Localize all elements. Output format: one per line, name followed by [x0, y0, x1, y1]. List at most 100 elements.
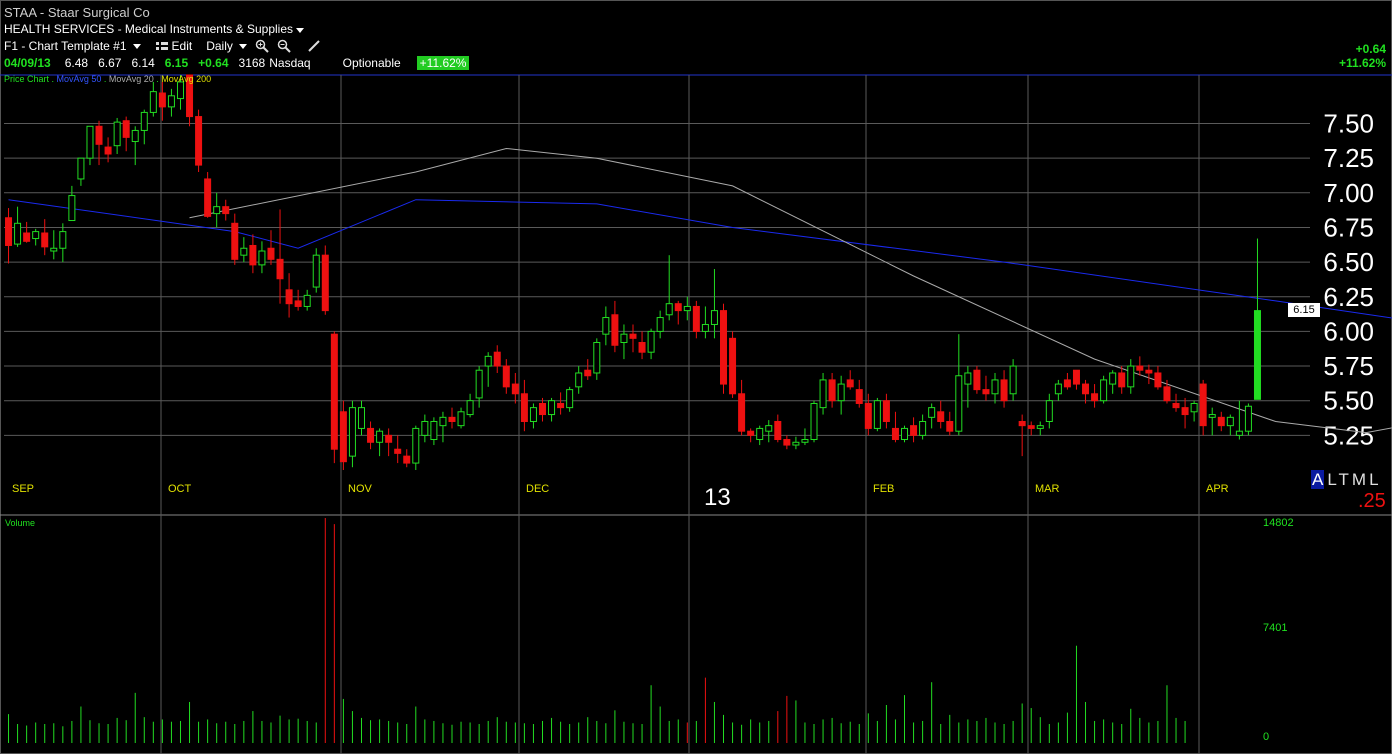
candle [131, 126, 139, 166]
candle [466, 393, 474, 418]
candle-body [828, 379, 836, 402]
period-options[interactable]: LTML [1327, 470, 1381, 489]
candle-body [891, 427, 899, 441]
candle-body [14, 222, 22, 245]
candle-body [50, 247, 58, 252]
legend-ma200: MovAvg 200 [161, 74, 212, 84]
candle-body [149, 91, 157, 113]
candle [1217, 411, 1225, 432]
candle [774, 414, 782, 443]
candle [1226, 414, 1234, 436]
candle [928, 403, 936, 429]
candle-body [258, 250, 266, 266]
candle [86, 125, 94, 166]
candle [611, 300, 619, 353]
candle-body [176, 81, 184, 100]
y-tick-label: 6.75 [1323, 212, 1374, 242]
candle [403, 449, 411, 468]
period-selector[interactable]: A LTML [1311, 470, 1382, 490]
candle-body [538, 402, 546, 416]
candle-body [421, 420, 429, 436]
candle [457, 407, 465, 429]
candle-body [575, 372, 583, 388]
candle-body [231, 222, 239, 260]
candle-body [1172, 402, 1180, 409]
candle [1109, 370, 1117, 394]
candle [475, 366, 483, 408]
candle [1054, 379, 1062, 401]
candle [882, 393, 890, 429]
candle-body [964, 372, 972, 385]
candle [367, 421, 375, 450]
candle-body [466, 400, 474, 416]
candle [303, 289, 311, 311]
candle [1208, 407, 1216, 436]
candle-body [520, 393, 528, 422]
candle [584, 359, 592, 380]
candle [502, 359, 510, 394]
candle [68, 185, 76, 222]
candle [213, 192, 221, 228]
candle [837, 375, 845, 415]
candle-body [23, 232, 31, 242]
price-chart[interactable]: 7.50 7.25 7.00 6.75 6.50 6.25 6.00 5.75 5.50 5.25… [0, 0, 1392, 754]
candle-body [294, 300, 302, 307]
candle-body [783, 439, 791, 446]
legend-ma50: MovAvg 50 [56, 74, 102, 84]
candle-body [493, 351, 501, 367]
candle [566, 386, 574, 412]
candle [801, 428, 809, 446]
candle [1100, 375, 1108, 404]
candle-body [683, 305, 691, 312]
y-tick-label: 7.50 [1323, 109, 1374, 139]
candle-body [747, 430, 755, 436]
candle [991, 372, 999, 404]
y-tick-label: 7.25 [1323, 143, 1374, 173]
candle-body [982, 389, 990, 395]
candle [113, 117, 121, 154]
candle [656, 310, 664, 339]
candle [937, 400, 945, 429]
candle-body [303, 294, 311, 307]
candle [1027, 421, 1035, 436]
candle [385, 428, 393, 457]
candle [891, 411, 899, 443]
candle [23, 221, 31, 243]
candle-body [620, 333, 628, 343]
candle-body [656, 317, 664, 332]
candle-body [846, 379, 854, 388]
candle-body [240, 247, 248, 256]
chart-legend: Price Chart . MovAvg 50 . MovAvg 20 . Mo… [4, 74, 212, 84]
candle [231, 213, 239, 265]
candle [1036, 421, 1044, 436]
candle [1072, 369, 1080, 390]
month-label: DEC [526, 483, 549, 495]
candle-body [1235, 430, 1243, 436]
candle [50, 230, 58, 260]
candle [1045, 393, 1053, 429]
candle-body [213, 206, 221, 215]
candle-body [946, 420, 954, 432]
candle [412, 425, 420, 470]
candle-body [367, 427, 375, 443]
volume-label: Volume [5, 518, 36, 528]
candle-body [837, 383, 845, 402]
candle-body [5, 217, 13, 246]
month-label: SEP [12, 483, 34, 495]
candle [765, 420, 773, 443]
candle-body [638, 341, 646, 353]
candle [195, 109, 203, 173]
candle [602, 306, 610, 346]
y-tick-label: 6.00 [1323, 316, 1374, 346]
candle-body [104, 146, 112, 155]
candle-body [457, 411, 465, 427]
candle-body [810, 402, 818, 441]
candle-body [855, 389, 863, 404]
candle-body [511, 383, 519, 395]
candle-body [566, 389, 574, 409]
candle [1154, 366, 1162, 390]
period-option-selected[interactable]: A [1311, 470, 1325, 489]
candle [1244, 403, 1252, 436]
candle-body [339, 411, 347, 463]
candle-body [1109, 372, 1117, 385]
